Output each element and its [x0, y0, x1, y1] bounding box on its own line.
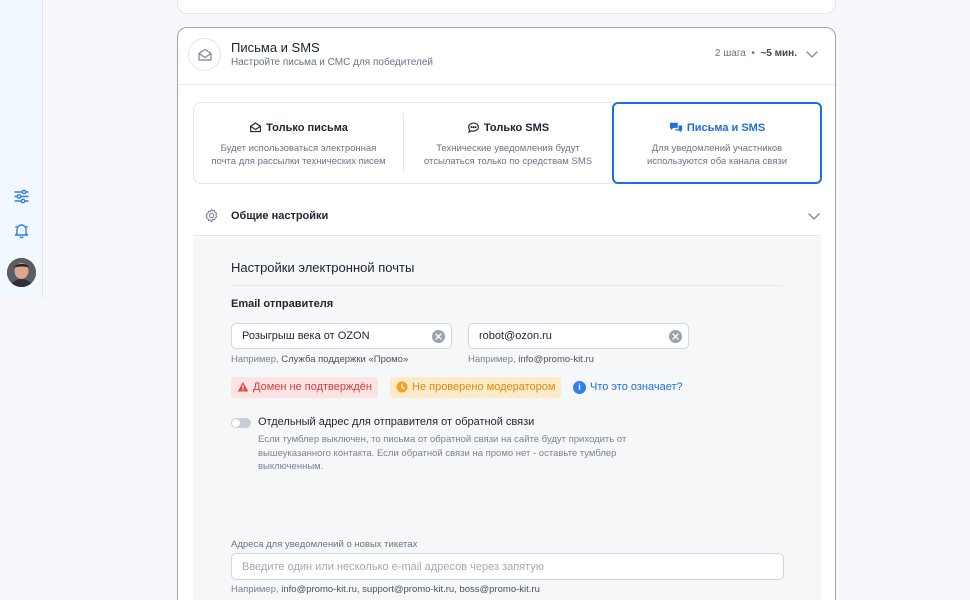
mode-option-sms-only[interactable]: Только SMS Технические уведомления будут… — [404, 103, 612, 183]
gear-icon — [205, 208, 218, 223]
ticket-emails-hint: Например, info@promo-kit.ru, support@pro… — [231, 584, 540, 595]
toggle-description: Если тумблер выключен, то письма от обра… — [258, 434, 627, 472]
chat-bubble-icon — [467, 122, 479, 134]
sender-name-input[interactable]: Розыгрыш века от OZON — [231, 323, 452, 349]
previous-section-card — [177, 0, 836, 14]
divider — [231, 285, 783, 286]
ticket-emails-label: Адреса для уведомлений о новых тикетах — [231, 539, 418, 550]
mode-option-emails-only[interactable]: Только письма Будет использоваться элект… — [194, 103, 403, 183]
envelope-icon — [250, 122, 262, 133]
email-settings-panel: Настройки электронной почты Email отправ… — [193, 237, 821, 600]
section-meta: 2 шага • ~5 мин. — [715, 48, 797, 59]
sender-address-input[interactable]: robot@ozon.ru — [468, 323, 689, 349]
ticket-emails-input[interactable]: Введите один или несколько e-mail адресо… — [231, 553, 784, 580]
clock-icon — [396, 381, 408, 393]
chevron-down-icon[interactable] — [807, 209, 821, 223]
clear-icon[interactable] — [669, 330, 682, 343]
section-subtitle: Настройте письма и СМС для победителей — [231, 57, 434, 68]
warning-triangle-icon — [237, 382, 249, 392]
domain-unverified-badge: Домен не подтверждён — [231, 377, 378, 398]
email-settings-title: Настройки электронной почты — [231, 260, 415, 275]
clear-icon[interactable] — [432, 330, 445, 343]
left-rail — [0, 0, 43, 298]
meta-separator: • — [751, 48, 755, 59]
chevron-down-icon[interactable] — [805, 47, 819, 61]
separate-feedback-address-toggle[interactable] — [231, 418, 251, 428]
info-icon: i — [573, 381, 586, 394]
general-settings-label: Общие настройки — [231, 210, 329, 222]
what-does-this-mean-link[interactable]: i Что это означает? — [573, 381, 683, 394]
avatar[interactable] — [7, 258, 36, 287]
sender-address-hint: Например, info@promo-kit.ru — [468, 354, 594, 365]
toggle-label: Отдельный адрес для отправителя от обрат… — [258, 416, 535, 428]
sliders-icon[interactable] — [13, 188, 30, 205]
general-settings-row[interactable]: Общие настройки — [193, 198, 821, 236]
envelope-icon — [188, 38, 221, 71]
section-title: Письма и SMS — [231, 40, 320, 55]
bell-icon[interactable] — [13, 222, 30, 239]
not-moderated-badge: Не проверено модератором — [390, 377, 562, 398]
section-header[interactable]: Письма и SMS Настройте письма и СМС для … — [178, 28, 835, 85]
chat-bubbles-icon — [669, 122, 682, 133]
steps-count: 2 шага — [714, 48, 746, 59]
emails-sms-section: Письма и SMS Настройте письма и СМС для … — [177, 27, 836, 600]
duration: ~5 мин. — [760, 48, 797, 59]
mode-option-emails-and-sms[interactable]: Письма и SMS Для уведомлений участников и… — [612, 102, 822, 184]
mode-selector: Только письма Будет использоваться элект… — [193, 102, 822, 184]
sender-email-label: Email отправителя — [231, 298, 334, 310]
sender-name-hint: Например, Служба поддержки «Промо» — [231, 354, 409, 365]
